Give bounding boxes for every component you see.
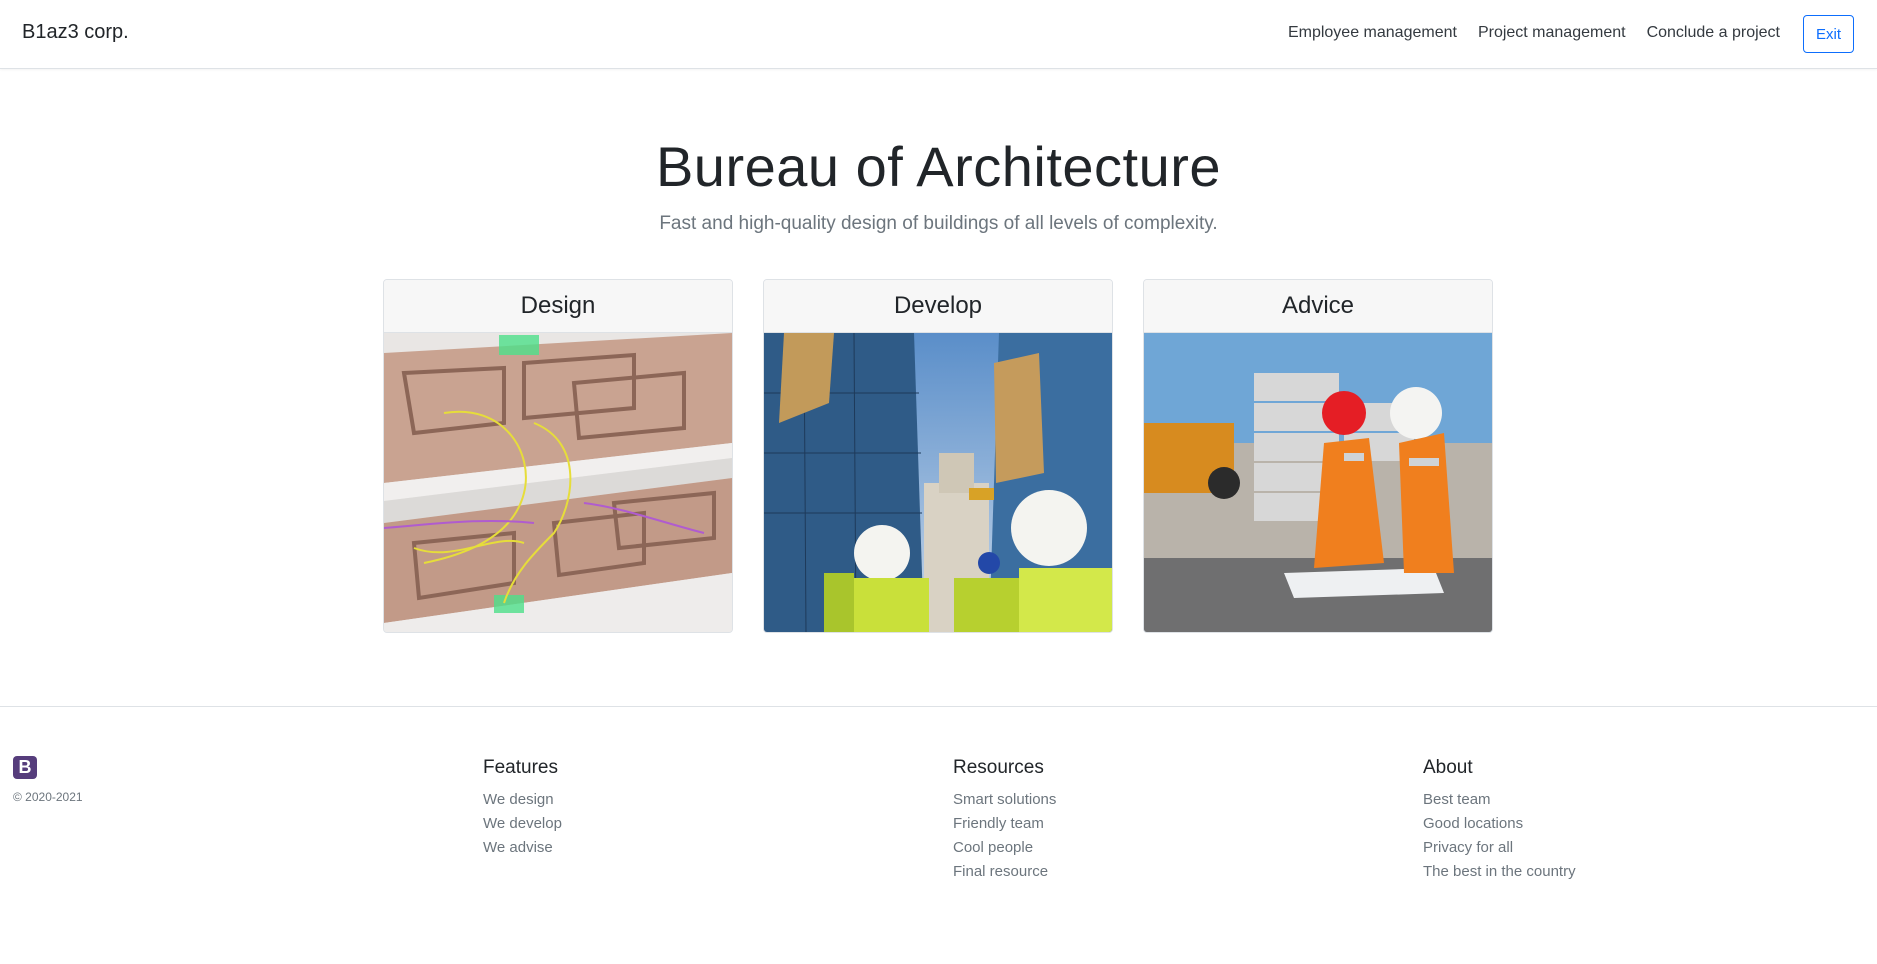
footer-column-about: About Best team Good locations Privacy f… [1423,757,1576,884]
page-subtitle: Fast and high-quality design of building… [659,213,1218,234]
footer-link[interactable]: Good locations [1423,812,1576,836]
footer-heading-about: About [1423,757,1473,778]
footer-link[interactable]: We advise [483,836,562,860]
card-design-title: Design [384,280,732,333]
building-floor-plan-image [384,333,732,632]
top-navbar: B1az3 corp. Employee management Project … [0,0,1877,69]
footer-link[interactable]: We develop [483,812,562,836]
engineers-blueprints-image [1144,333,1492,632]
footer-link[interactable]: Best team [1423,788,1576,812]
card-advice-title: Advice [1144,280,1492,333]
exit-button[interactable]: Exit [1803,15,1854,53]
page-title: Bureau of Architecture [655,135,1222,198]
footer-link[interactable]: Cool people [953,836,1056,860]
footer-link[interactable]: Friendly team [953,812,1056,836]
footer-heading-resources: Resources [953,757,1044,778]
footer-column-resources: Resources Smart solutions Friendly team … [953,757,1056,884]
footer-heading-features: Features [483,757,558,778]
copyright-text: © 2020-2021 [13,790,83,804]
card-develop: Develop [763,279,1113,633]
construction-workers-image [764,333,1112,632]
nav-links: Employee management Project management C… [1288,24,1780,42]
footer-link[interactable]: Privacy for all [1423,836,1576,860]
card-advice: Advice [1143,279,1493,633]
brand-logo-text[interactable]: B1az3 corp. [22,21,129,44]
nav-project-management[interactable]: Project management [1478,24,1626,42]
card-develop-title: Develop [764,280,1112,333]
footer-column-features: Features We design We develop We advise [483,757,562,860]
footer-link[interactable]: Final resource [953,860,1056,884]
bootstrap-logo-icon: B [13,756,37,779]
nav-conclude-project[interactable]: Conclude a project [1647,24,1780,42]
footer-divider [0,706,1877,707]
card-design: Design [383,279,733,633]
footer-link[interactable]: We design [483,788,562,812]
footer-link[interactable]: Smart solutions [953,788,1056,812]
nav-employee-management[interactable]: Employee management [1288,24,1457,42]
footer-link[interactable]: The best in the country [1423,860,1576,884]
